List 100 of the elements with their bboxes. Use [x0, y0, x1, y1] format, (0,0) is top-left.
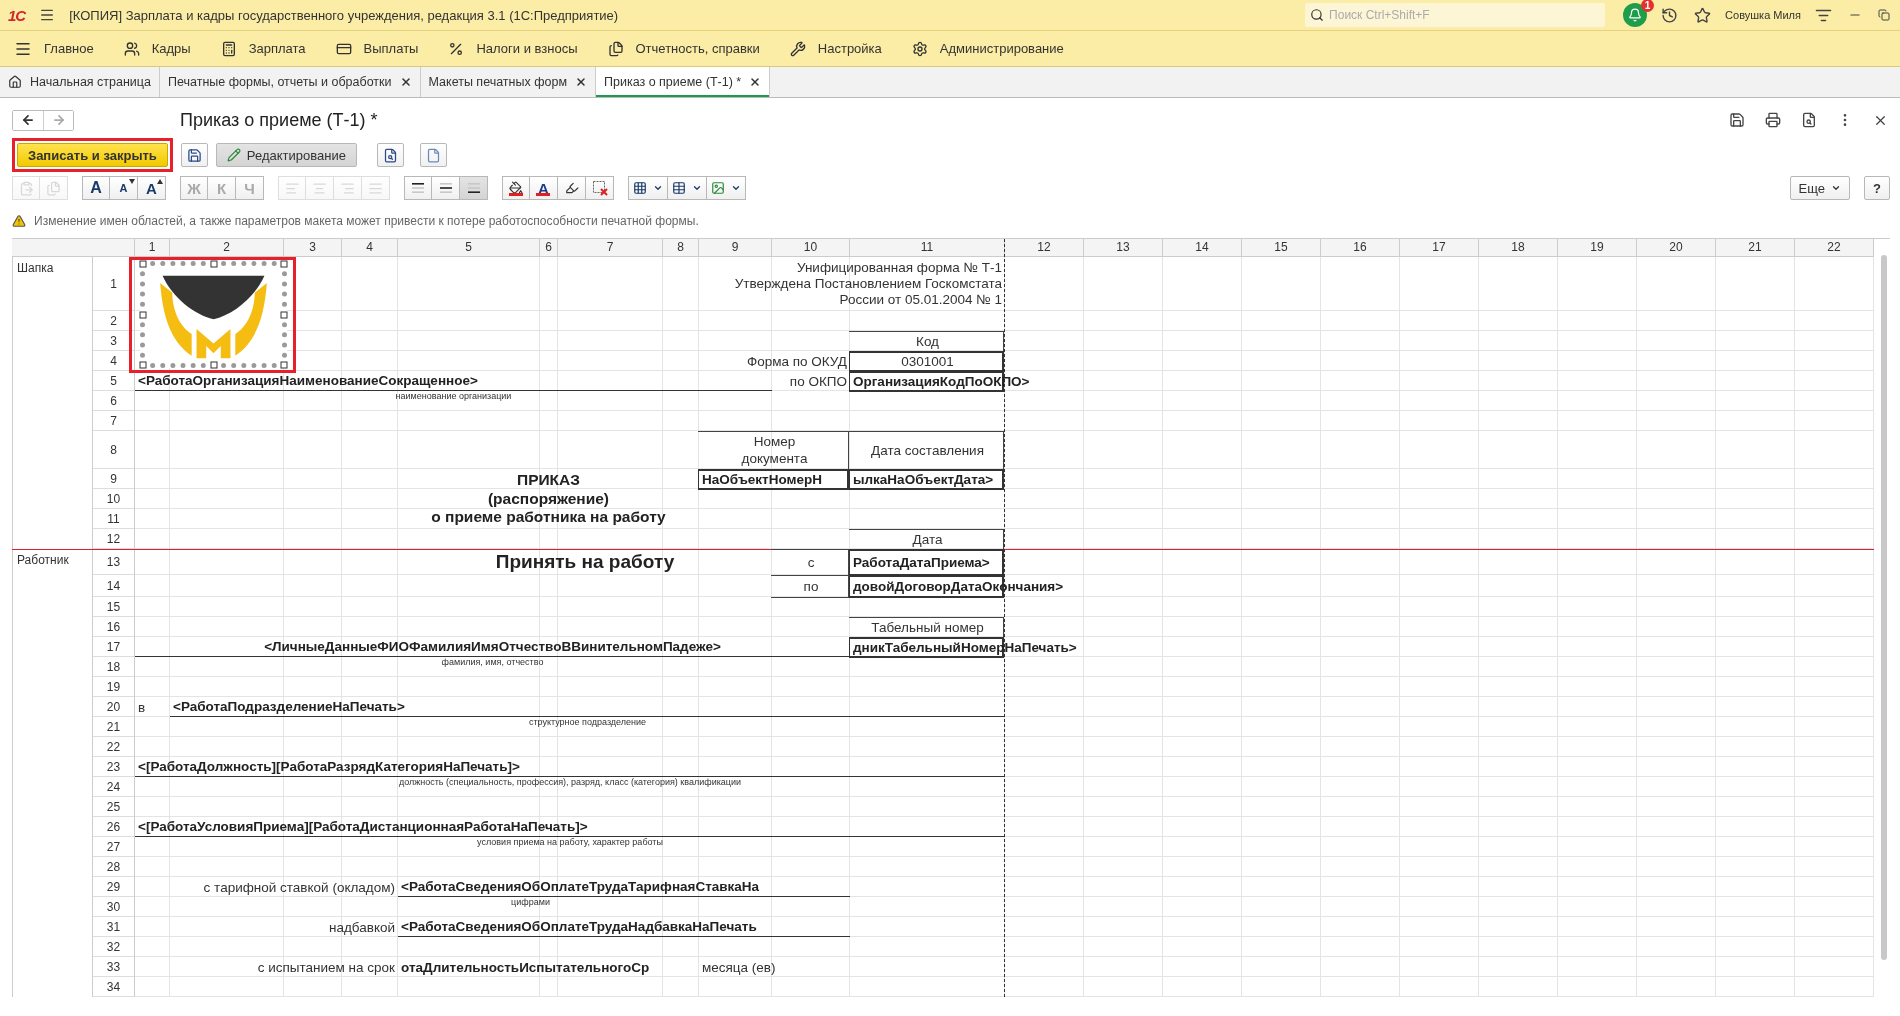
column-header[interactable]: 13 [1084, 239, 1163, 257]
column-header[interactable]: 9 [699, 239, 772, 257]
column-header[interactable]: 20 [1637, 239, 1716, 257]
fill-color-button[interactable] [502, 176, 530, 200]
highlight-button[interactable] [558, 176, 586, 200]
column-header[interactable]: 11 [850, 239, 1005, 257]
column-header[interactable]: 4 [342, 239, 398, 257]
table-button[interactable] [668, 176, 707, 200]
edit-toggle-button[interactable]: Редактирование [215, 143, 357, 167]
row-number[interactable]: 2 [93, 311, 135, 331]
print-button[interactable] [1763, 110, 1783, 130]
row-number[interactable]: 23 [93, 757, 135, 777]
column-header[interactable]: 6 [540, 239, 558, 257]
cell-text: Дата [849, 529, 1005, 550]
search-field[interactable]: Поиск Ctrl+Shift+F [1305, 3, 1606, 27]
column-header[interactable]: 8 [663, 239, 699, 257]
row-number[interactable]: 27 [93, 837, 135, 857]
column-header[interactable]: 2 [170, 239, 284, 257]
column-header[interactable]: 7 [558, 239, 663, 257]
row-number[interactable]: 6 [93, 391, 135, 411]
row-number[interactable]: 30 [93, 897, 135, 917]
cell-text: Код [849, 331, 1005, 352]
row-number[interactable]: 16 [93, 617, 135, 637]
column-header[interactable]: 12 [1005, 239, 1084, 257]
help-button[interactable]: ? [1864, 176, 1890, 200]
column-header[interactable]: 17 [1400, 239, 1479, 257]
font-button[interactable]: A [82, 176, 110, 200]
row-number[interactable]: 4 [93, 351, 135, 371]
selected-logo-drawing[interactable] [140, 261, 287, 368]
page-button[interactable] [419, 143, 447, 167]
printer-icon [1765, 112, 1781, 128]
row-number[interactable]: 32 [93, 937, 135, 957]
cell-text: Форма по ОКУД [745, 352, 848, 371]
cell-text: Табельный номер [849, 617, 1005, 638]
row-number[interactable]: 26 [93, 817, 135, 837]
section-menu-item[interactable]: Зарплата [220, 40, 306, 57]
section-menu-item[interactable]: Администрирование [911, 40, 1064, 57]
column-header[interactable]: 21 [1716, 239, 1795, 257]
column-header[interactable]: 18 [1479, 239, 1558, 257]
row-number[interactable]: 7 [93, 411, 135, 431]
section-menu-item[interactable]: Отчетность, справки [607, 40, 760, 57]
restore-button[interactable] [1876, 7, 1892, 23]
align-middle-button[interactable] [432, 176, 460, 200]
row-number[interactable]: 11 [93, 509, 135, 529]
row-number[interactable]: 20 [93, 697, 135, 717]
column-header[interactable]: 5 [398, 239, 540, 257]
row-number[interactable]: 3 [93, 331, 135, 351]
save-button[interactable] [1727, 110, 1747, 130]
row-number[interactable]: 12 [93, 529, 135, 549]
row-number[interactable]: 17 [93, 637, 135, 657]
row-number[interactable]: 24 [93, 777, 135, 797]
section-menu-item[interactable]: Настройка [789, 40, 882, 57]
row-number[interactable]: 22 [93, 737, 135, 757]
row-number[interactable]: 18 [93, 657, 135, 677]
decrease-font-button[interactable]: A [110, 176, 138, 200]
row-number[interactable]: 9 [93, 469, 135, 489]
notifications-button[interactable] [1623, 3, 1648, 27]
column-header[interactable]: 15 [1242, 239, 1321, 257]
clipboard-icon [18, 180, 34, 196]
scrollbar[interactable] [1881, 255, 1887, 960]
row-number[interactable]: 34 [93, 977, 135, 997]
row-number[interactable]: 15 [93, 597, 135, 617]
column-header[interactable]: 3 [284, 239, 342, 257]
row-number[interactable]: 8 [93, 431, 135, 469]
row-number[interactable]: 31 [93, 917, 135, 937]
row-number[interactable]: 1 [93, 257, 135, 311]
row-number[interactable]: 29 [93, 877, 135, 897]
tab[interactable]: Приказ о приеме (Т-1) * [596, 67, 771, 97]
column-header[interactable]: 1 [135, 239, 170, 257]
row-number[interactable]: 13 [93, 549, 135, 575]
row-number[interactable]: 14 [93, 575, 135, 597]
row-number[interactable]: 33 [93, 957, 135, 977]
align-top-button[interactable] [404, 176, 432, 200]
more-button[interactable]: Еще [1789, 176, 1850, 200]
section-menu-item[interactable]: Кадры [123, 40, 191, 57]
preview-button[interactable] [376, 143, 404, 167]
row-number[interactable]: 21 [93, 717, 135, 737]
column-header[interactable]: 16 [1321, 239, 1400, 257]
picture-button[interactable] [707, 176, 746, 200]
row-number[interactable]: 5 [93, 371, 135, 391]
save-button[interactable] [180, 143, 208, 167]
column-header[interactable]: 22 [1795, 239, 1874, 257]
user-name[interactable]: Совушка Миля [1725, 9, 1801, 21]
save-and-close-button[interactable]: Записать и закрыть [17, 143, 168, 167]
section-menu-item[interactable]: Налоги и взносы [448, 40, 578, 57]
column-header[interactable]: 19 [1558, 239, 1637, 257]
row-number[interactable]: 28 [93, 857, 135, 877]
row-number[interactable]: 19 [93, 677, 135, 697]
section-menu-item[interactable]: Главное [14, 39, 94, 58]
clear-format-button[interactable] [586, 176, 614, 200]
template-parameter: отаДлительностьИспытательногоСр [400, 958, 651, 977]
align-bottom-button[interactable] [460, 176, 488, 200]
row-number[interactable]: 10 [93, 489, 135, 509]
cell-text: месяца (ев) [701, 958, 777, 977]
column-header[interactable]: 10 [772, 239, 850, 257]
column-header[interactable]: 14 [1163, 239, 1242, 257]
increase-font-button[interactable]: A [138, 176, 166, 200]
row-number[interactable]: 25 [93, 797, 135, 817]
section-menu-item[interactable]: Выплаты [335, 40, 419, 57]
borders-button[interactable] [628, 176, 668, 200]
